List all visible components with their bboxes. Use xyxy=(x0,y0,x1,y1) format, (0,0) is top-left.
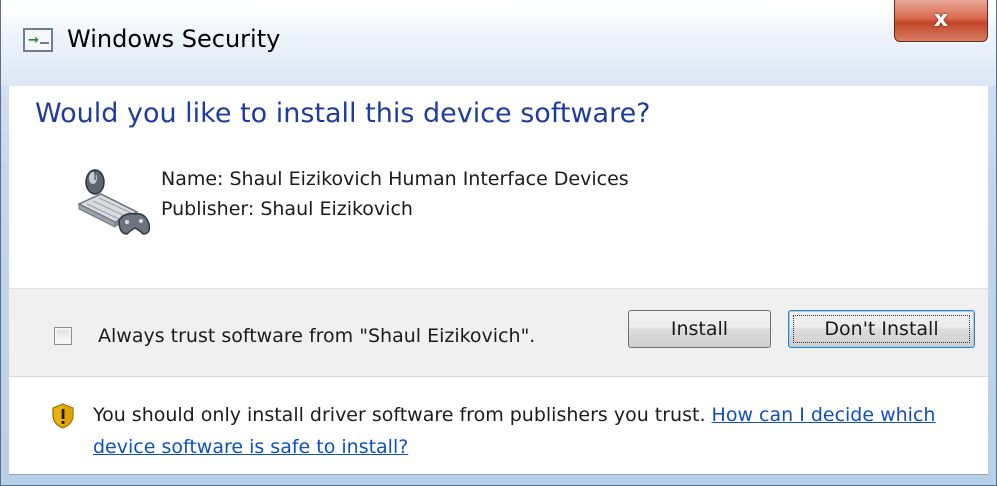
warning-text: You should only install driver software … xyxy=(93,404,706,426)
dialog-heading: Would you like to install this device so… xyxy=(35,98,651,129)
options-area: Always trust software from "Shaul Eiziko… xyxy=(9,288,988,377)
dont-install-button[interactable]: Don't Install xyxy=(788,310,975,348)
warning-message: You should only install driver software … xyxy=(93,399,973,463)
windows-security-dialog: → Windows Security x Would you like to i… xyxy=(0,0,997,486)
title-bar[interactable]: → Windows Security x xyxy=(1,0,996,86)
close-button[interactable]: x xyxy=(894,0,988,42)
device-name: Name: Shaul Eizikovich Human Interface D… xyxy=(161,168,629,190)
window-title: Windows Security xyxy=(67,25,281,53)
security-shield-icon xyxy=(52,403,74,429)
close-icon: x xyxy=(933,7,949,32)
always-trust-checkbox[interactable] xyxy=(54,327,72,345)
human-interface-device-icon xyxy=(77,169,151,235)
always-trust-label[interactable]: Always trust software from "Shaul Eiziko… xyxy=(98,323,535,349)
install-button[interactable]: Install xyxy=(628,310,771,348)
device-publisher: Publisher: Shaul Eizikovich xyxy=(161,198,413,220)
window-security-icon: → xyxy=(23,28,53,52)
dont-install-label: Don't Install xyxy=(824,318,939,340)
dialog-bottom-border xyxy=(9,474,988,475)
warning-area: You should only install driver software … xyxy=(9,376,988,475)
dialog-content: Would you like to install this device so… xyxy=(9,86,988,288)
